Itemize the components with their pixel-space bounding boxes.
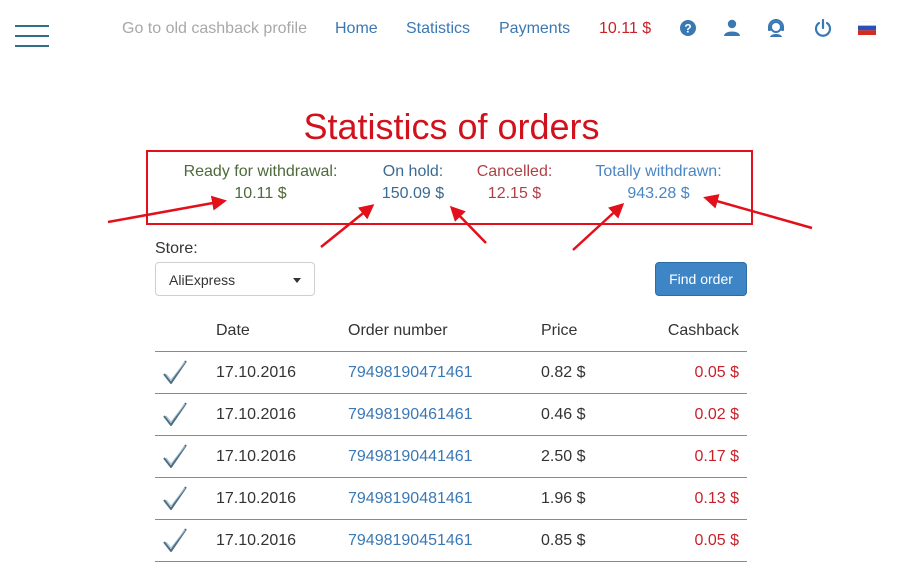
top-navigation: Go to old cashback profile Home Statisti…: [0, 18, 903, 40]
power-icon[interactable]: [813, 18, 833, 38]
support-agent-icon[interactable]: [766, 18, 786, 38]
russian-flag-icon[interactable]: [858, 21, 876, 35]
svg-text:?: ?: [684, 22, 691, 36]
old-profile-link[interactable]: Go to old cashback profile: [122, 20, 307, 38]
withdrawn-value: 943.28 $: [627, 185, 690, 202]
store-select[interactable]: AliExpress: [155, 262, 315, 296]
cancelled-label: Cancelled:: [476, 163, 553, 180]
ready-value: 10.11 $: [234, 185, 287, 202]
header-cashback: Cashback: [667, 322, 739, 339]
withdrawn-label: Totally withdrawn:: [595, 163, 722, 180]
row-price: 0.82 $: [541, 364, 586, 381]
row-order-number[interactable]: 79498190481461: [348, 490, 473, 508]
orders-table: Date Order number Price Cashback 17.10.2…: [155, 310, 747, 562]
nav-home-link[interactable]: Home: [335, 20, 378, 38]
row-cashback: 0.02 $: [694, 406, 739, 423]
checkmark-icon: [163, 486, 187, 510]
table-header: Date Order number Price Cashback: [155, 310, 747, 352]
row-price: 2.50 $: [541, 448, 586, 465]
header-order-number: Order number: [348, 322, 448, 339]
find-order-button[interactable]: Find order: [655, 262, 747, 296]
row-cashback: 0.05 $: [694, 364, 739, 381]
page-title: Statistics of orders: [303, 106, 600, 147]
totally-withdrawn: Totally withdrawn: 943.28 $: [590, 163, 727, 203]
table-row: 17.10.2016 79498190461461 0.46 $ 0.02 $: [155, 394, 747, 436]
header-price: Price: [541, 322, 578, 339]
cancelled: Cancelled: 12.15 $: [473, 163, 556, 203]
ready-for-withdrawal: Ready for withdrawal: 10.11 $: [178, 163, 343, 203]
row-date: 17.10.2016: [216, 490, 297, 507]
cancelled-value: 12.15 $: [487, 185, 542, 202]
row-price: 0.85 $: [541, 532, 586, 549]
table-row: 17.10.2016 79498190471461 0.82 $ 0.05 $: [155, 352, 747, 394]
store-select-value: AliExpress: [169, 272, 236, 288]
row-date: 17.10.2016: [216, 448, 297, 465]
row-order-number[interactable]: 79498190451461: [348, 532, 473, 550]
row-date: 17.10.2016: [216, 532, 297, 549]
checkmark-icon: [163, 360, 187, 384]
checkmark-icon: [163, 402, 187, 426]
on-hold: On hold: 150.09 $: [372, 163, 454, 203]
row-date: 17.10.2016: [216, 406, 297, 423]
question-circle-icon[interactable]: ?: [678, 18, 698, 38]
row-cashback: 0.13 $: [694, 490, 739, 507]
row-cashback: 0.17 $: [694, 448, 739, 465]
header-date: Date: [216, 322, 250, 339]
row-price: 1.96 $: [541, 490, 586, 507]
caret-down-icon: [293, 278, 301, 283]
nav-statistics-link[interactable]: Statistics: [406, 20, 470, 38]
row-order-number[interactable]: 79498190461461: [348, 406, 473, 424]
hold-value: 150.09 $: [381, 185, 445, 202]
balance-link[interactable]: 10.11 $: [599, 20, 651, 38]
checkmark-icon: [163, 528, 187, 552]
table-row: 17.10.2016 79498190481461 1.96 $ 0.13 $: [155, 478, 747, 520]
ready-label: Ready for withdrawal:: [183, 163, 338, 180]
row-order-number[interactable]: 79498190441461: [348, 448, 473, 466]
table-row: 17.10.2016 79498190451461 0.85 $ 0.05 $: [155, 520, 747, 562]
store-label: Store:: [155, 240, 198, 257]
checkmark-icon: [163, 444, 187, 468]
row-price: 0.46 $: [541, 406, 586, 423]
table-row: 17.10.2016 79498190441461 2.50 $ 0.17 $: [155, 436, 747, 478]
hold-label: On hold:: [382, 163, 444, 180]
nav-payments-link[interactable]: Payments: [499, 20, 570, 38]
user-icon[interactable]: [722, 18, 742, 38]
row-order-number[interactable]: 79498190471461: [348, 364, 473, 382]
row-date: 17.10.2016: [216, 364, 297, 381]
row-cashback: 0.05 $: [694, 532, 739, 549]
